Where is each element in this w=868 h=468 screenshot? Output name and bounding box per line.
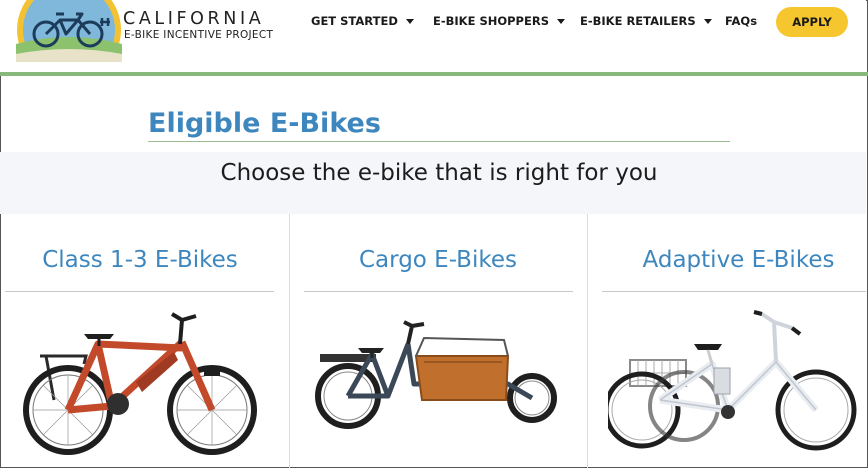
- nav-faqs[interactable]: FAQs: [725, 14, 757, 28]
- page-title: Eligible E-Bikes: [148, 108, 381, 139]
- category-link-cargo[interactable]: Cargo E-Bikes: [338, 247, 538, 273]
- chevron-down-icon: [556, 18, 565, 24]
- nav-get-started[interactable]: GET STARTED: [311, 14, 414, 28]
- nav-faqs-label: FAQs: [725, 14, 758, 28]
- nav-ebike-shoppers-label: E-BIKE SHOPPERS: [433, 14, 549, 28]
- cargo-ebike-image[interactable]: [312, 318, 568, 438]
- category-underline: [5, 291, 274, 292]
- adaptive-tricycle-image[interactable]: [608, 306, 862, 458]
- brand-title[interactable]: CALIFORNIA: [123, 9, 264, 29]
- chevron-down-icon: [703, 18, 712, 24]
- header-divider: [0, 72, 868, 76]
- nav-ebike-retailers-label: E-BIKE RETAILERS: [580, 14, 696, 28]
- site-header: CALIFORNIA E-BIKE INCENTIVE PROJECT GET …: [0, 0, 866, 72]
- apply-button[interactable]: APPLY: [776, 7, 848, 37]
- nav-ebike-shoppers[interactable]: E-BIKE SHOPPERS: [433, 14, 565, 28]
- orange-ebike-image[interactable]: [14, 308, 270, 458]
- chevron-down-icon: [405, 18, 414, 24]
- category-link-adaptive[interactable]: Adaptive E-Bikes: [636, 247, 841, 273]
- category-link-class-1-3[interactable]: Class 1-3 E-Bikes: [40, 247, 240, 273]
- title-underline: [148, 141, 730, 142]
- tagline: Choose the e-bike that is right for you: [220, 160, 658, 186]
- nav-ebike-retailers[interactable]: E-BIKE RETAILERS: [580, 14, 712, 28]
- category-underline: [304, 291, 573, 292]
- column-divider: [289, 214, 290, 468]
- nav-get-started-label: GET STARTED: [311, 14, 398, 28]
- column-divider: [587, 214, 588, 468]
- brand-subtitle[interactable]: E-BIKE INCENTIVE PROJECT: [124, 29, 273, 41]
- category-underline: [602, 291, 866, 292]
- logo-bike-icon[interactable]: [16, 0, 122, 62]
